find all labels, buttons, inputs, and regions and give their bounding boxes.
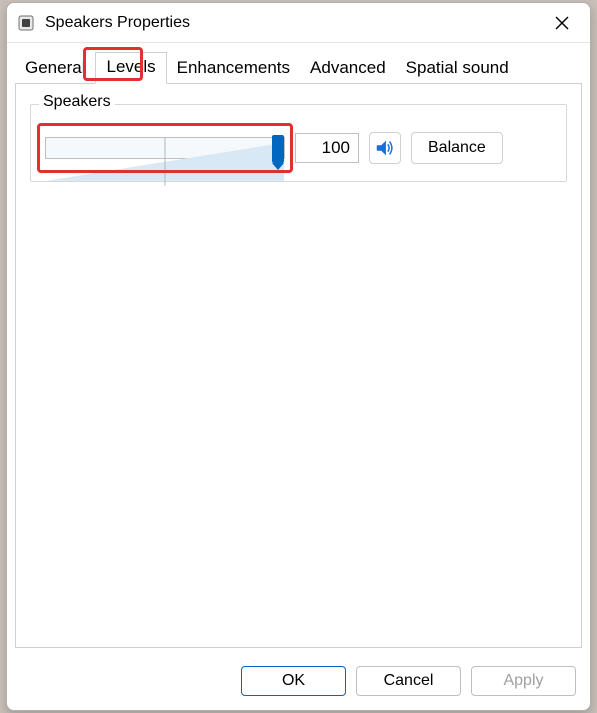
close-icon: [555, 16, 569, 30]
tab-panel-levels: Speakers 100: [15, 83, 582, 648]
app-icon: [17, 14, 35, 32]
tab-spatial-sound[interactable]: Spatial sound: [396, 54, 519, 84]
tab-general[interactable]: General: [15, 54, 95, 84]
mute-button[interactable]: [369, 132, 401, 164]
titlebar: Speakers Properties: [7, 3, 590, 43]
tab-strip: General Levels Enhancements Advanced Spa…: [7, 43, 590, 83]
dialog-button-row: OK Cancel Apply: [7, 656, 590, 710]
group-label: Speakers: [39, 93, 115, 111]
window: Speakers Properties General Levels Enhan…: [6, 2, 591, 711]
tab-advanced[interactable]: Advanced: [300, 54, 396, 84]
ok-button[interactable]: OK: [241, 666, 346, 696]
window-title: Speakers Properties: [45, 14, 542, 32]
tab-levels[interactable]: Levels: [95, 52, 166, 84]
slider-thumb[interactable]: [272, 135, 284, 163]
level-row: 100 Balance: [45, 131, 552, 165]
slider-track: [45, 137, 285, 159]
volume-value: 100: [295, 133, 359, 163]
balance-button[interactable]: Balance: [411, 132, 503, 164]
group-speakers: Speakers 100: [30, 104, 567, 182]
tab-enhancements[interactable]: Enhancements: [167, 54, 300, 84]
apply-button: Apply: [471, 666, 576, 696]
speaker-icon: [374, 137, 396, 159]
cancel-button[interactable]: Cancel: [356, 666, 461, 696]
volume-slider[interactable]: [45, 131, 285, 165]
close-button[interactable]: [542, 5, 582, 41]
